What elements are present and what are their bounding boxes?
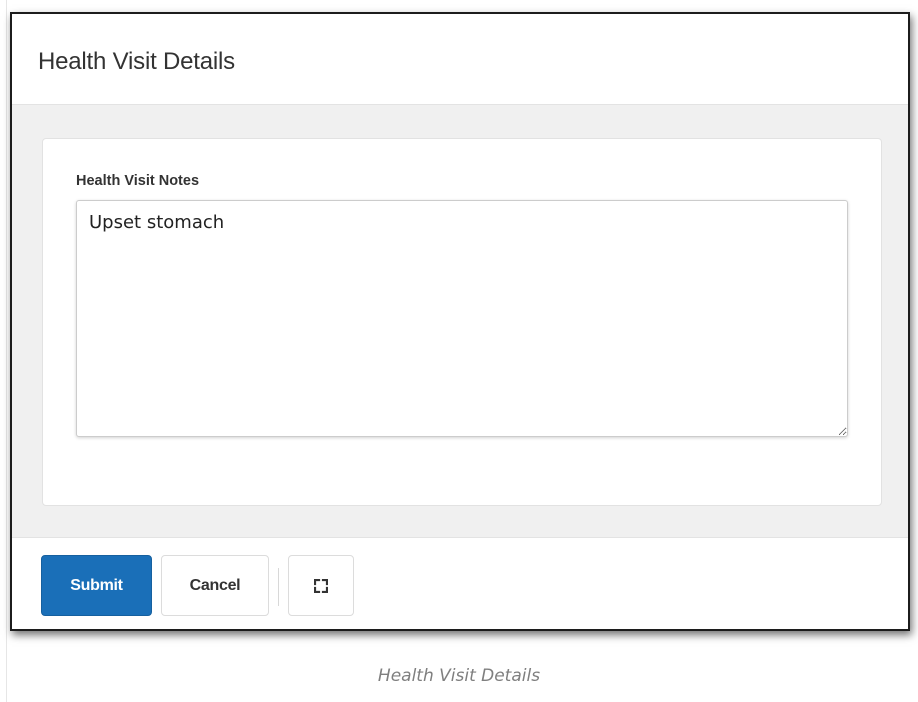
notes-label: Health Visit Notes xyxy=(76,173,200,189)
expand-button[interactable] xyxy=(288,555,354,616)
expand-icon xyxy=(314,578,328,593)
footer-divider xyxy=(278,568,279,606)
modal-header: Health Visit Details xyxy=(12,14,908,105)
submit-button[interactable]: Submit xyxy=(41,555,152,616)
left-margin-rule xyxy=(6,0,7,702)
cancel-button[interactable]: Cancel xyxy=(161,555,269,616)
modal-body: Health Visit Notes xyxy=(12,105,908,537)
figure-caption: Health Visit Details xyxy=(377,666,541,686)
notes-textarea[interactable] xyxy=(76,200,848,437)
modal-title: Health Visit Details xyxy=(38,48,235,75)
health-visit-modal: Health Visit Details Health Visit Notes … xyxy=(10,12,910,631)
modal-footer: Submit Cancel xyxy=(12,537,908,629)
page: Health Visit Details Health Visit Notes … xyxy=(0,0,918,702)
notes-card: Health Visit Notes xyxy=(42,138,882,506)
